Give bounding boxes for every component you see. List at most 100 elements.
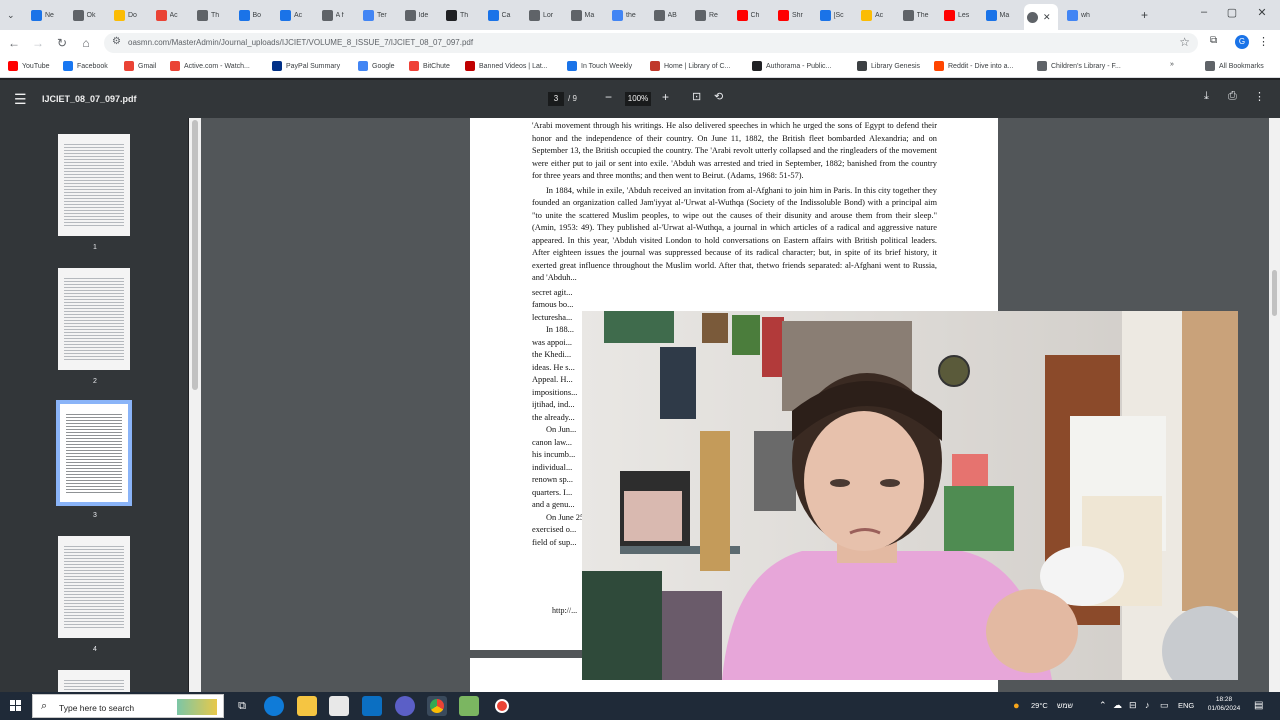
reload-button[interactable]: ↻ <box>54 35 70 51</box>
fit-page-icon[interactable]: ⊡ <box>692 90 701 103</box>
browser-tab[interactable]: Th <box>194 4 223 26</box>
back-button[interactable]: ← <box>6 35 22 51</box>
site-info-icon[interactable]: ⚙ <box>112 36 121 47</box>
bookmark-item[interactable]: Google <box>358 61 395 71</box>
rotate-icon[interactable]: ⟲ <box>714 90 723 103</box>
bookmark-item[interactable]: Authorama - Public... <box>752 61 831 71</box>
chevron-down-icon[interactable]: ⌄ <box>7 10 15 21</box>
page-thumbnail-4[interactable] <box>58 536 130 638</box>
bookmark-item[interactable]: Facebook <box>63 61 108 71</box>
forward-button[interactable]: → <box>30 35 46 51</box>
browser-tab[interactable]: Ma <box>568 4 597 26</box>
browser-tab[interactable]: Shr <box>775 4 804 26</box>
page-thumbnail-2[interactable] <box>58 268 130 370</box>
bookmark-item[interactable]: PayPal Summary <box>272 61 340 71</box>
bookmark-item[interactable]: Gmail <box>124 61 156 71</box>
document-scrollbar[interactable] <box>1269 118 1280 692</box>
camtasia-icon[interactable] <box>459 696 479 716</box>
browser-tab[interactable]: Ide <box>402 4 431 26</box>
tab-search-menu[interactable]: ⌄ <box>4 4 15 26</box>
more-menu-icon[interactable]: ⋮ <box>1258 35 1272 49</box>
browser-tab[interactable]: A f <box>319 4 348 26</box>
bookmark-item[interactable]: Banned Videos | Lat... <box>465 61 548 71</box>
zoom-in-icon[interactable]: + <box>662 90 669 104</box>
app-icon[interactable] <box>395 696 415 716</box>
battery-icon[interactable]: ▭ <box>1160 700 1169 711</box>
browser-tab[interactable]: Ne <box>28 4 57 26</box>
volume-icon[interactable]: ♪ <box>1145 700 1150 710</box>
browser-tab[interactable]: Re <box>692 4 721 26</box>
plus-icon[interactable]: + <box>1141 8 1148 22</box>
url-text[interactable]: oasmn.com/MasterAdmin/Journal_uploads/IJ… <box>128 38 473 47</box>
edge-icon[interactable] <box>264 696 284 716</box>
browser-tab[interactable]: Ac <box>858 4 887 26</box>
browser-tab[interactable]: Ch <box>734 4 763 26</box>
all-bookmarks[interactable]: All Bookmarks <box>1205 61 1264 71</box>
page-thumbnail-3[interactable] <box>56 400 132 506</box>
browser-tab[interactable]: Ac <box>153 4 182 26</box>
clock[interactable]: 18:28 01/06/2024 <box>1204 696 1244 712</box>
more-actions-icon[interactable]: ⋮ <box>1254 90 1265 103</box>
windows-start-icon[interactable] <box>10 700 22 712</box>
bookmark-item[interactable]: Home | Library of C... <box>650 61 730 71</box>
browser-tab[interactable]: Ok <box>70 4 99 26</box>
maximize-button[interactable]: ▢ <box>1222 6 1242 19</box>
chrome-icon[interactable] <box>427 696 447 716</box>
footer-link[interactable]: http://... <box>552 606 577 615</box>
profile-avatar[interactable]: G <box>1235 35 1249 49</box>
download-icon[interactable]: ⤓ <box>1204 90 1209 103</box>
address-bar[interactable]: ⚙ oasmn.com/MasterAdmin/Journal_uploads/… <box>104 33 1198 53</box>
home-button[interactable]: ⌂ <box>78 35 94 51</box>
browser-tab[interactable]: wh <box>1064 4 1093 26</box>
zoom-input[interactable]: 100% <box>625 92 651 106</box>
minimize-button[interactable]: – <box>1194 6 1214 18</box>
network-icon[interactable]: ⊟ <box>1129 700 1137 711</box>
weather-label[interactable]: שמש <box>1057 701 1073 710</box>
language-indicator[interactable]: ENG <box>1178 701 1194 710</box>
close-window-button[interactable]: ✕ <box>1252 6 1272 19</box>
browser-tab[interactable]: Lor <box>526 4 555 26</box>
browser-tab[interactable]: Ter <box>360 4 389 26</box>
browser-tab[interactable]: The <box>900 4 929 26</box>
bookmark-item[interactable]: BitChute <box>409 61 450 71</box>
browser-tab[interactable]: Les <box>941 4 970 26</box>
task-view-icon[interactable]: ⧉ <box>232 696 252 716</box>
extensions-icon[interactable]: ⧉ <box>1210 35 1224 49</box>
page-thumbnail-1[interactable] <box>58 134 130 236</box>
new-tab-button[interactable]: + <box>1138 4 1148 26</box>
browser-tab[interactable]: Bo <box>236 4 265 26</box>
bookmark-item[interactable]: In Touch Weekly <box>567 61 632 71</box>
taskbar-search-box[interactable]: ⌕ Type here to search <box>32 694 224 718</box>
browser-tab[interactable]: Ma <box>983 4 1012 26</box>
bookmark-item[interactable]: Library Genesis <box>857 61 920 71</box>
menu-icon[interactable]: ☰ <box>14 91 27 108</box>
bookmark-item[interactable]: Reddit - Dive into a... <box>934 61 1013 71</box>
file-explorer-icon[interactable] <box>297 696 317 716</box>
browser-tab[interactable]: [Sc <box>817 4 846 26</box>
browser-tab[interactable]: AB <box>651 4 680 26</box>
print-icon[interactable]: ⎙ <box>1228 90 1237 103</box>
bookmark-item[interactable]: YouTube <box>8 61 50 71</box>
browser-tab[interactable]: Ac <box>277 4 306 26</box>
sidebar-scrollbar[interactable] <box>189 118 201 692</box>
recorder-icon[interactable] <box>492 696 512 716</box>
notifications-icon[interactable]: ▤ <box>1254 700 1263 711</box>
browser-tab[interactable]: Ca <box>485 4 514 26</box>
onedrive-icon[interactable]: ☁ <box>1113 700 1122 711</box>
bookmark-item[interactable]: Active.com - Watch... <box>170 61 250 71</box>
weather-icon[interactable]: ● <box>1013 700 1020 712</box>
browser-tab-active[interactable]: ✕ <box>1024 4 1058 30</box>
browser-tab[interactable]: the <box>609 4 638 26</box>
store-icon[interactable] <box>329 696 349 716</box>
browser-tab[interactable]: Th <box>443 4 472 26</box>
more-bookmarks-chevron[interactable]: » <box>1170 61 1174 68</box>
chevron-up-icon[interactable]: ⌃ <box>1099 700 1107 711</box>
bookmark-star-icon[interactable]: ☆ <box>1179 35 1190 49</box>
close-tab-icon[interactable]: ✕ <box>1043 12 1051 23</box>
browser-tab[interactable]: Do <box>111 4 140 26</box>
zoom-out-icon[interactable]: − <box>605 90 612 104</box>
mail-icon[interactable] <box>362 696 382 716</box>
bookmark-item[interactable]: Children's Library - F... <box>1037 61 1121 71</box>
weather-temp[interactable]: 29°C <box>1031 701 1048 710</box>
page-number-input[interactable]: 3 <box>548 92 564 106</box>
